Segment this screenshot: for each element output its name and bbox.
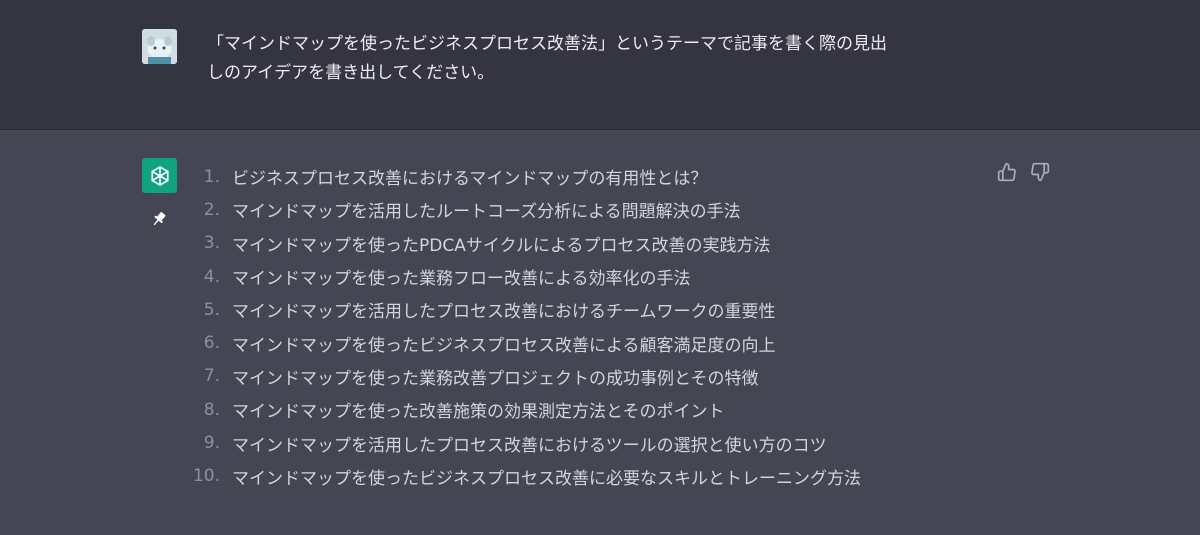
list-item-text: マインドマップを活用したルートコーズ分析による問題解決の手法 [232, 202, 741, 223]
user-message-line-1: 「マインドマップを使ったビジネスプロセス改善法」というテーマで記事を書く際の見出 [207, 34, 887, 54]
list-item-number: 10. [192, 466, 220, 487]
list-item-text: マインドマップを使った改善施策の効果測定方法とそのポイント [232, 402, 725, 423]
list-item-text: マインドマップを使ったPDCAサイクルによるプロセス改善の実践方法 [232, 235, 771, 256]
thumbs-up-icon[interactable] [997, 162, 1017, 182]
user-message-text: 「マインドマップを使ったビジネスプロセス改善法」というテーマで記事を書く際の見出… [207, 30, 987, 88]
pin-icon[interactable] [150, 210, 168, 228]
assistant-message-block: 1. ビジネスプロセス改善におけるマインドマップの有用性とは？ 2. マインドマップ… [0, 130, 1200, 535]
list-item: 4. マインドマップを使った業務フロー改善による効率化の手法 [190, 260, 861, 293]
list-item-text: マインドマップを活用したプロセス改善におけるツールの選択と使い方のコツ [232, 435, 827, 456]
list-item-number: 9. [203, 433, 220, 454]
list-item-number: 7. [203, 366, 220, 387]
list-item-text: マインドマップを使ったビジネスプロセス改善に必要なスキルとトレーニング方法 [232, 468, 861, 489]
list-item-number: 6. [203, 333, 220, 354]
list-item: 1. ビジネスプロセス改善におけるマインドマップの有用性とは？ [190, 160, 861, 193]
list-item: 5. マインドマップを活用したプロセス改善におけるチームワークの重要性 [190, 293, 861, 326]
list-item: 8. マインドマップを使った改善施策の効果測定方法とそのポイント [190, 393, 861, 426]
user-avatar [142, 29, 177, 64]
answer-list: 1. ビジネスプロセス改善におけるマインドマップの有用性とは？ 2. マインドマップ… [190, 160, 861, 493]
list-item: 7. マインドマップを使った業務改善プロジェクトの成功事例とその特徴 [190, 360, 861, 393]
user-message-block: 「マインドマップを使ったビジネスプロセス改善法」というテーマで記事を書く際の見出… [0, 0, 1200, 130]
list-item-number: 3. [203, 233, 220, 254]
list-item: 2. マインドマップを活用したルートコーズ分析による問題解決の手法 [190, 193, 861, 226]
list-item-number: 1. [203, 166, 220, 187]
user-message-line-2: しのアイデアを書き出してください。 [207, 63, 495, 83]
list-item: 9. マインドマップを活用したプロセス改善におけるツールの選択と使い方のコツ [190, 426, 861, 459]
openai-logo-icon [150, 165, 169, 186]
list-item-text: マインドマップを使った業務フロー改善による効率化の手法 [232, 269, 691, 290]
list-item: 6. マインドマップを使ったビジネスプロセス改善による顧客満足度の向上 [190, 326, 861, 359]
list-item-text: ビジネスプロセス改善におけるマインドマップの有用性とは？ [232, 169, 708, 190]
thumbs-down-icon[interactable] [1030, 162, 1050, 182]
list-item-text: マインドマップを使った業務改善プロジェクトの成功事例とその特徴 [232, 368, 759, 389]
list-item: 3. マインドマップを使ったPDCAサイクルによるプロセス改善の実践方法 [190, 227, 861, 260]
list-item-number: 4. [203, 266, 220, 287]
list-item-text: マインドマップを活用したプロセス改善におけるチームワークの重要性 [232, 302, 776, 323]
list-item-number: 2. [203, 199, 220, 220]
list-item-text: マインドマップを使ったビジネスプロセス改善による顧客満足度の向上 [232, 335, 776, 356]
list-item-number: 8. [203, 399, 220, 420]
user-avatar-icon [142, 29, 177, 64]
list-item: 10. マインドマップを使ったビジネスプロセス改善に必要なスキルとトレーニング方法 [190, 460, 861, 493]
assistant-avatar [142, 158, 177, 193]
list-item-number: 5. [203, 299, 220, 320]
